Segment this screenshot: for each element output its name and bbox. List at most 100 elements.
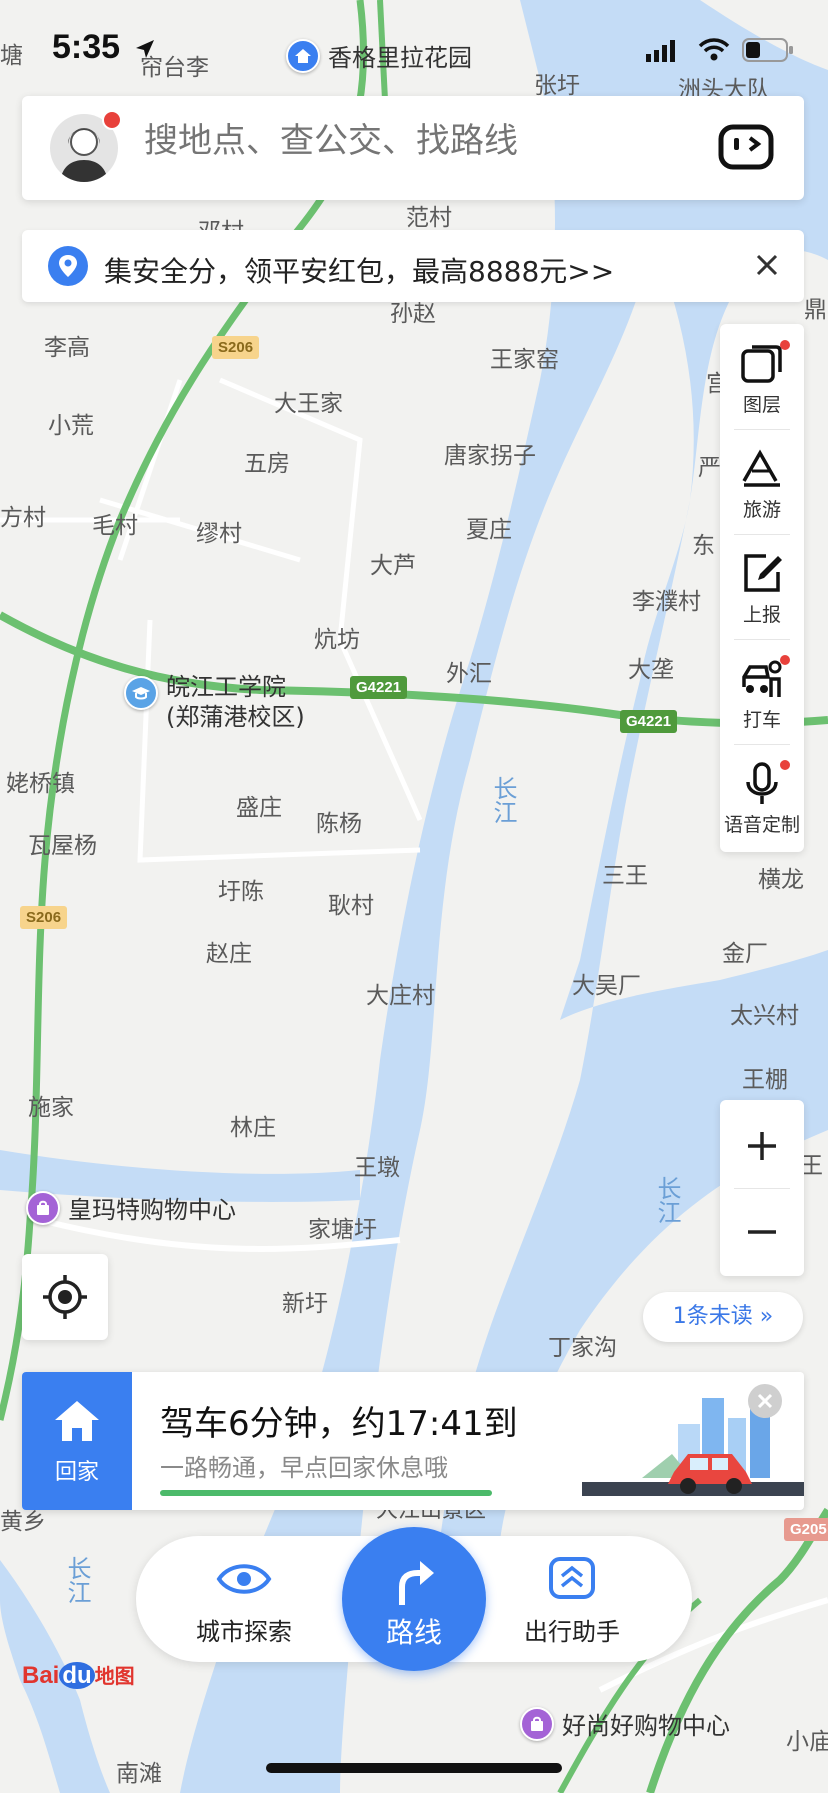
map-label: 炕坊 — [314, 627, 360, 653]
map-label: 小庙 — [786, 1729, 828, 1755]
map-label: 三王 — [602, 863, 648, 889]
promo-banner[interactable]: 集安全分，领平安红包，最高8888元>> — [22, 230, 804, 302]
road-badge: S206 — [20, 906, 68, 929]
map-label: 大庄村 — [366, 983, 435, 1009]
layers-icon — [741, 345, 782, 383]
map-label: 鼎 — [804, 297, 827, 323]
map-label: 大垄 — [628, 657, 674, 683]
baidu-map-logo: Bai du 地图 — [22, 1660, 135, 1690]
map-label: 太兴村 — [730, 1003, 799, 1029]
assistant-icon — [549, 1557, 595, 1599]
poi-label: (郑蒲港校区) — [166, 703, 305, 731]
voice-assistant-icon[interactable] — [718, 124, 774, 170]
map-label: 大王家 — [274, 391, 343, 417]
logo-text: Bai — [22, 1662, 60, 1689]
dismiss-card-button[interactable] — [748, 1384, 782, 1418]
map-label: 小荒 — [48, 413, 94, 439]
map-toolbar: 图层 旅游 上报 打车 语音定制 — [720, 324, 804, 852]
home-label: 回家 — [54, 1460, 99, 1485]
home-icon — [55, 1401, 99, 1441]
route-arrow-icon — [399, 1561, 434, 1605]
logo-text: 地图 — [94, 1666, 135, 1688]
trip-title: 驾车6分钟，约17:41到 — [160, 1404, 518, 1444]
river-label: 长江 — [489, 776, 517, 824]
map-label: 范村 — [406, 205, 452, 231]
tool-travel[interactable]: 旅游 — [720, 429, 804, 534]
route-button[interactable]: 路线 — [342, 1527, 486, 1671]
map-label: 丁家沟 — [548, 1335, 617, 1361]
map-pin-icon — [48, 246, 88, 286]
map-label: 方村 — [0, 505, 46, 531]
nav-label: 出行助手 — [524, 1618, 620, 1646]
tool-label: 上报 — [742, 604, 781, 626]
map-label: 赵庄 — [206, 941, 252, 967]
notification-dot — [780, 760, 790, 770]
map-label: 李濮村 — [632, 589, 701, 615]
road-badge: G4221 — [350, 676, 408, 699]
notification-dot — [780, 655, 790, 665]
status-time: 5:35 — [52, 28, 121, 66]
tool-report[interactable]: 上报 — [720, 534, 804, 639]
poi-college[interactable]: 皖江工学院 (郑蒲港校区) — [124, 672, 305, 732]
tool-label: 图层 — [742, 394, 781, 416]
search-bar[interactable] — [22, 96, 804, 200]
shopping-bag-icon — [26, 1190, 60, 1225]
education-icon — [124, 676, 158, 710]
tool-taxi[interactable]: 打车 — [720, 639, 804, 744]
microphone-icon — [746, 762, 778, 804]
map-label: 李高 — [44, 335, 90, 361]
map-label: 姥桥镇 — [6, 771, 75, 797]
traffic-progress-bar — [160, 1490, 492, 1496]
map-label: 唐家拐子 — [444, 443, 536, 469]
locate-button[interactable] — [22, 1254, 108, 1340]
nav-city-explore[interactable]: 城市探索 — [176, 1536, 312, 1662]
map-label: 外汇 — [446, 661, 492, 687]
search-input[interactable] — [142, 120, 586, 162]
map-label: 横龙 — [758, 867, 804, 893]
map-label: 圩陈 — [218, 879, 264, 905]
eye-icon — [216, 1564, 272, 1594]
route-label: 路线 — [385, 1616, 442, 1649]
map-label: 毛村 — [92, 513, 138, 539]
cellular-signal-icon — [646, 40, 675, 62]
map-label: 缪村 — [196, 521, 242, 547]
map-label: 家塘圩 — [308, 1217, 377, 1243]
close-icon[interactable] — [750, 248, 784, 282]
travel-icon — [742, 449, 780, 487]
river-label: 长江 — [653, 1176, 681, 1224]
taxi-icon — [742, 660, 782, 697]
zoom-out-button[interactable] — [744, 1214, 780, 1250]
go-home-button[interactable]: 回家 — [22, 1372, 132, 1510]
divider — [734, 1188, 790, 1189]
map-label: 王墩 — [354, 1155, 400, 1181]
map-label: 东 — [692, 533, 715, 559]
location-arrow-icon — [136, 40, 154, 58]
poi-mall-huangmate[interactable]: 皇玛特购物中心 — [26, 1190, 236, 1225]
notification-dot — [102, 110, 122, 130]
map-label: 盛庄 — [236, 795, 282, 821]
tool-layers[interactable]: 图层 — [720, 324, 804, 429]
tool-label: 打车 — [742, 709, 781, 731]
trip-subtitle: 一路畅通，早点回家休息哦 — [160, 1454, 448, 1482]
map-label: 王家窑 — [490, 347, 559, 373]
unread-messages-button[interactable]: 1条未读 » — [643, 1292, 803, 1342]
map-label: 南滩 — [116, 1761, 162, 1787]
logo-text: du — [59, 1662, 95, 1689]
road-badge: S206 — [212, 336, 260, 359]
battery-icon — [742, 38, 793, 62]
map-label: 王棚 — [742, 1067, 788, 1093]
map-label: 五房 — [244, 451, 290, 477]
nav-travel-assistant[interactable]: 出行助手 — [492, 1536, 652, 1662]
map-label: 施家 — [28, 1095, 74, 1121]
poi-mall-haoshang[interactable]: 好尚好购物中心 — [520, 1706, 730, 1741]
tool-voice[interactable]: 语音定制 — [720, 744, 804, 849]
nav-label: 城市探索 — [196, 1618, 292, 1646]
zoom-in-button[interactable] — [744, 1128, 780, 1164]
home-indicator — [266, 1763, 562, 1773]
map-label: 新圩 — [282, 1291, 328, 1317]
tool-label: 旅游 — [742, 499, 781, 521]
banner-text: 集安全分，领平安红包，最高8888元>> — [104, 255, 615, 288]
commute-card[interactable]: 回家 驾车6分钟，约17:41到 一路畅通，早点回家休息哦 — [22, 1372, 804, 1510]
wifi-icon — [698, 38, 730, 61]
poi-label: 好尚好购物中心 — [562, 1712, 730, 1740]
